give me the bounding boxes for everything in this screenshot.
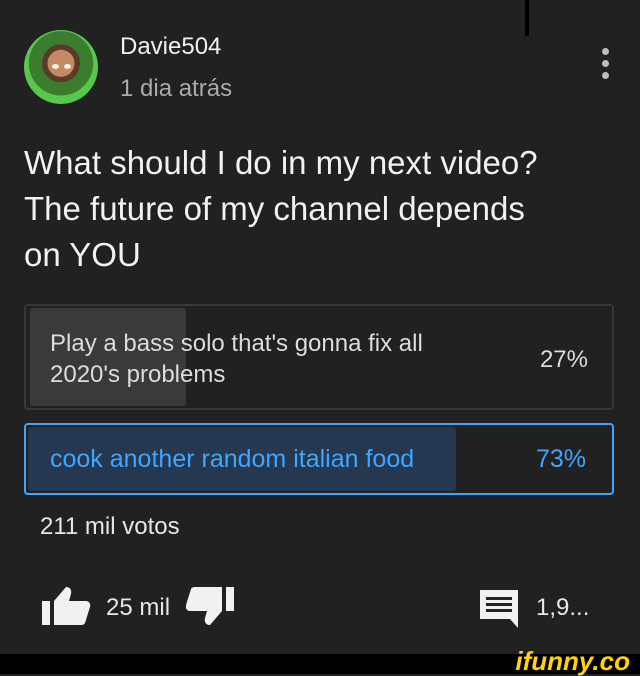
poll-option-label: Play a bass solo that's gonna fix all 20… [50,330,423,388]
avatar[interactable] [24,30,98,104]
comment-icon[interactable] [478,588,520,628]
comment-count: 1,9... [536,594,590,621]
avatar-eye [52,64,59,69]
thumb-up-icon[interactable] [40,585,92,627]
more-vert-icon[interactable] [600,48,610,84]
poll-option-label: cook another random italian food [50,445,415,473]
poll-option-percent: 27% [539,346,588,373]
vote-count: 211 mil votos [40,513,180,540]
menu-dot [601,60,609,67]
avatar-eye [64,64,71,69]
poll-option-percent: 73% [535,445,586,473]
like-count: 25 mil [106,594,171,621]
poll-option-2[interactable]: cook another random italian food 73% [24,423,614,495]
author-name[interactable]: Davie504 [120,33,221,61]
menu-dot [601,48,609,55]
watermark-logo: ifunny.co [515,646,630,676]
top-divider [525,0,529,36]
poll-question: What should I do in my next video? The f… [24,144,538,273]
post-time: 1 dia atrás [120,75,233,102]
thumb-down-icon[interactable] [186,585,236,627]
poll-option-1[interactable]: Play a bass solo that's gonna fix all 20… [24,304,614,410]
menu-dot [601,72,609,79]
